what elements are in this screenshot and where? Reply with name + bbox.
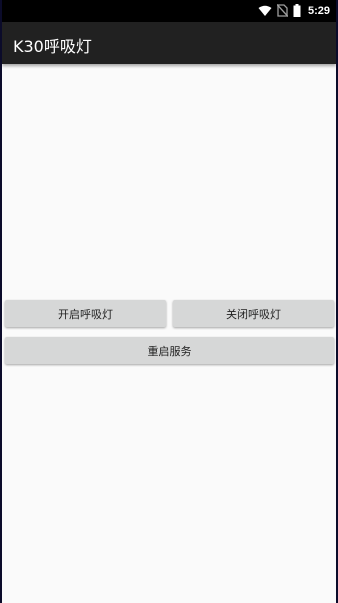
battery-icon bbox=[293, 2, 301, 21]
status-time: 5:29 bbox=[307, 5, 330, 17]
wifi-icon bbox=[258, 2, 272, 21]
status-icons: 5:29 bbox=[258, 3, 330, 19]
stop-breathing-light-button[interactable]: 关闭呼吸灯 bbox=[173, 300, 334, 327]
app-screen: 5:29 K30呼吸灯 开启呼吸灯 关闭呼吸灯 重启服务 bbox=[2, 0, 336, 603]
app-bar: K30呼吸灯 bbox=[2, 22, 336, 64]
restart-service-label: 重启服务 bbox=[147, 344, 192, 358]
no-sim-icon bbox=[276, 2, 289, 21]
start-breathing-light-button[interactable]: 开启呼吸灯 bbox=[5, 300, 166, 327]
stop-breathing-light-label: 关闭呼吸灯 bbox=[226, 307, 281, 321]
start-breathing-light-label: 开启呼吸灯 bbox=[58, 307, 113, 321]
status-bar: 5:29 bbox=[2, 0, 336, 22]
app-title: K30呼吸灯 bbox=[13, 37, 92, 56]
restart-service-button[interactable]: 重启服务 bbox=[5, 337, 334, 364]
